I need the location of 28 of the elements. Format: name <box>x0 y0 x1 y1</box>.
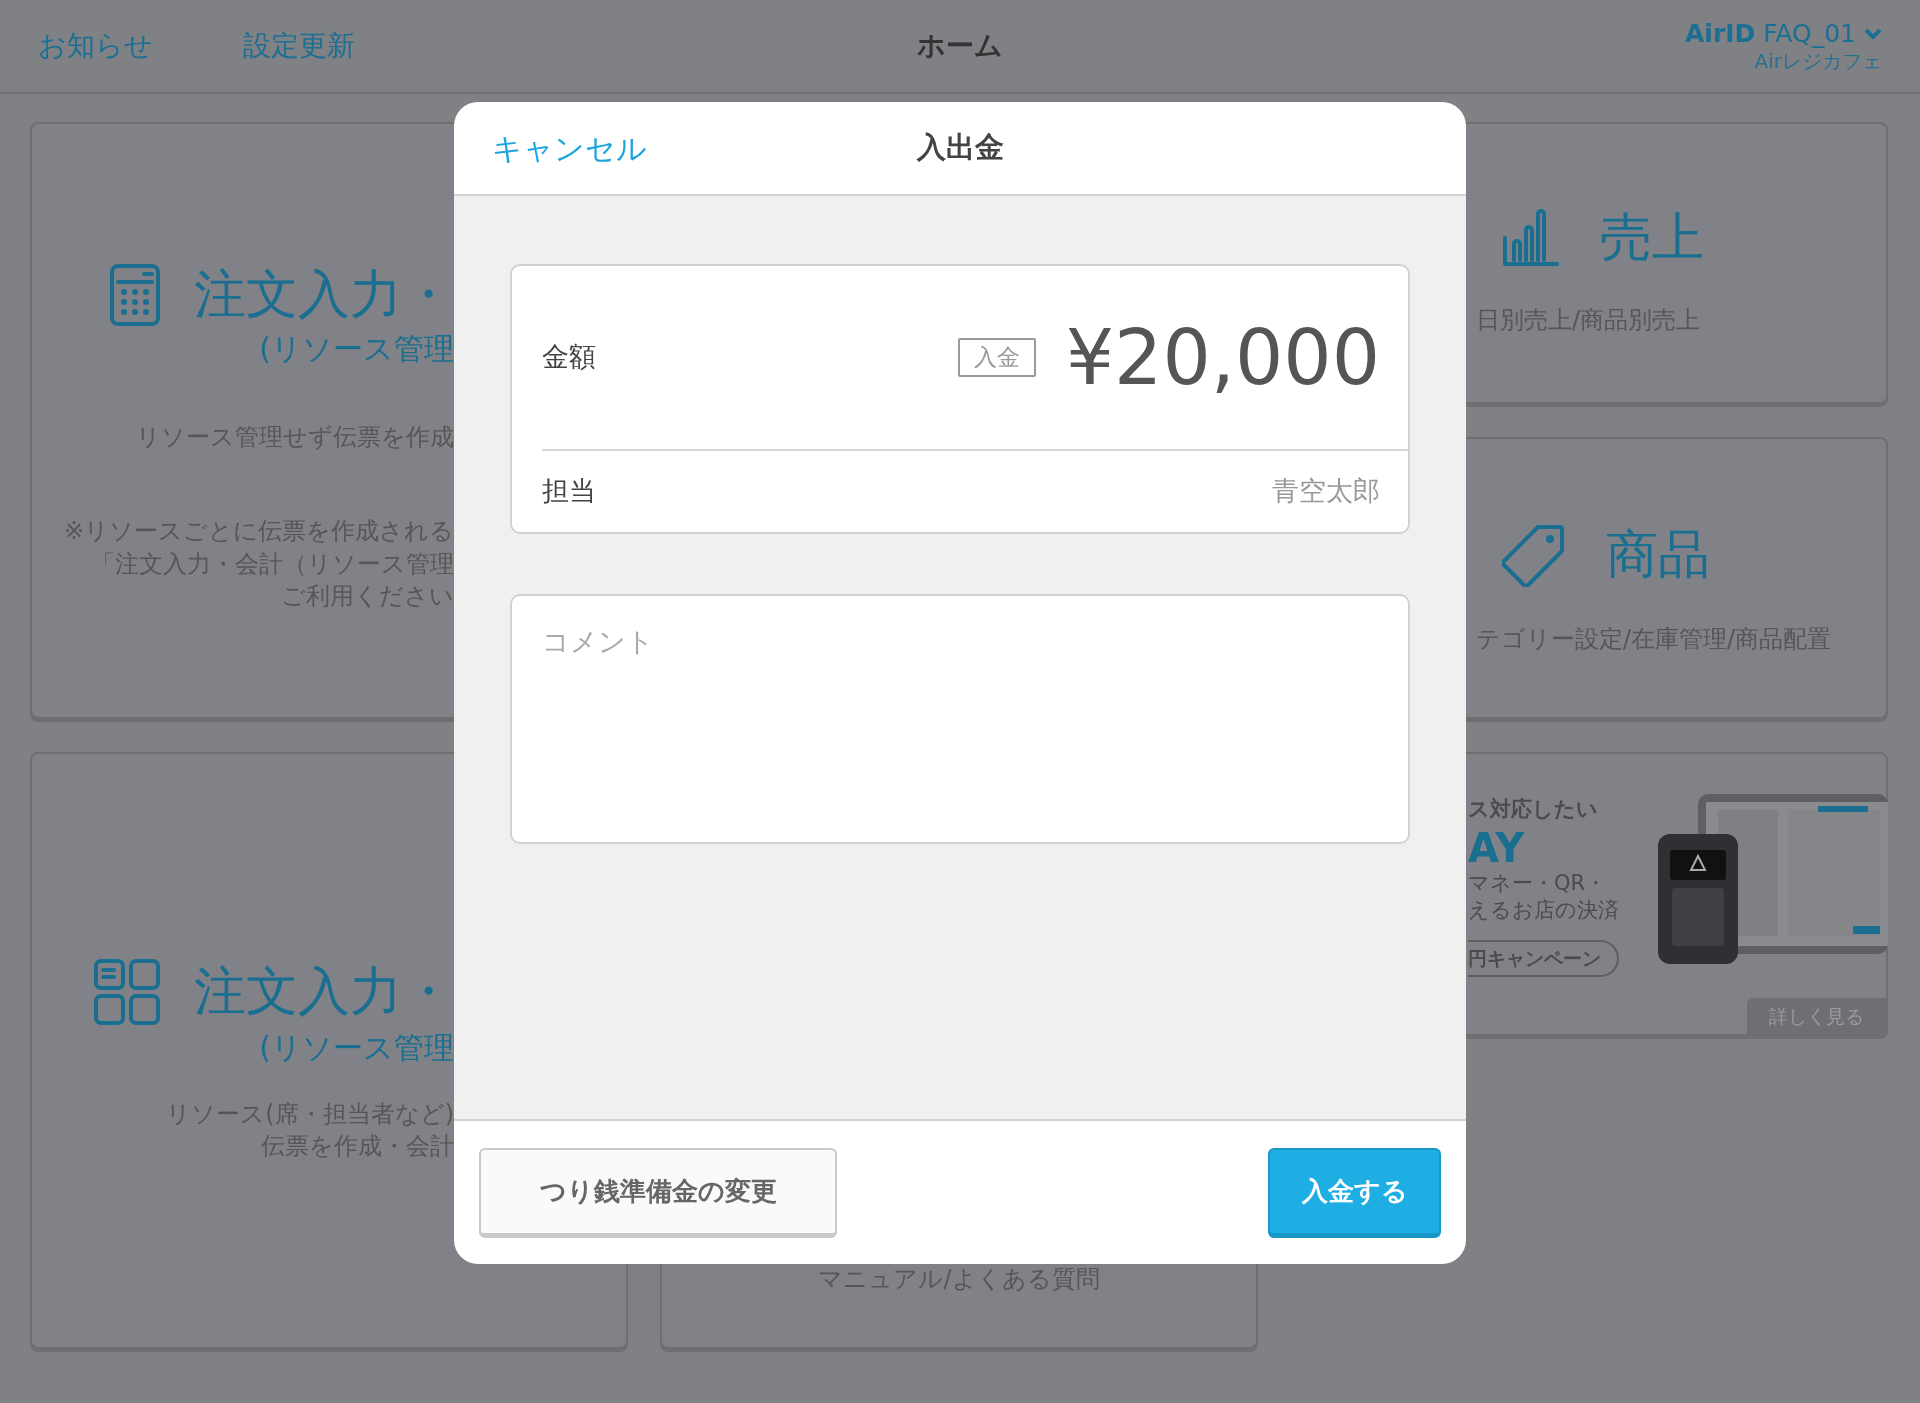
change-fund-button[interactable]: つり銭準備金の変更 <box>479 1147 837 1238</box>
menu-title: 注文入力・ <box>194 266 454 324</box>
tag-icon <box>1502 523 1566 587</box>
store-name: Airレジカフェ <box>1753 49 1882 75</box>
bar-chart-icon <box>1502 208 1560 268</box>
promo-logo: AY <box>1468 825 1525 870</box>
promo-text: マネー・QR・ <box>1468 869 1607 897</box>
dialog-title: 入出金 <box>916 129 1004 167</box>
menu-title: 商品 <box>1606 526 1710 584</box>
menu-subtitle: (リソース管理 <box>259 1029 454 1067</box>
grid-icon <box>94 959 160 1025</box>
field-label: 担当 <box>542 474 597 509</box>
header-link[interactable]: 設定更新 <box>243 25 355 67</box>
campaign-pill: 円キャンペーン <box>1468 940 1619 977</box>
field-label: 金額 <box>542 340 597 375</box>
deposit-button[interactable]: 入金する <box>1268 1147 1441 1238</box>
header-link[interactable]: お知らせ <box>38 25 153 67</box>
promo-heading: ス対応したい <box>1468 796 1598 823</box>
chevron-down-icon[interactable] <box>1864 27 1882 40</box>
menu-title: 注文入力・ <box>194 963 454 1021</box>
promo-text: えるお店の決済 <box>1468 896 1619 924</box>
menu-title: 売上 <box>1600 209 1704 267</box>
calculator-icon <box>110 264 160 326</box>
page-title: ホーム <box>917 28 1003 64</box>
comment-field[interactable]: コメント <box>510 594 1410 844</box>
account-name[interactable]: AirID FAQ_01 <box>1685 17 1856 50</box>
type-tag: 入金 <box>957 338 1036 377</box>
menu-subtitle: (リソース管理 <box>259 330 454 368</box>
